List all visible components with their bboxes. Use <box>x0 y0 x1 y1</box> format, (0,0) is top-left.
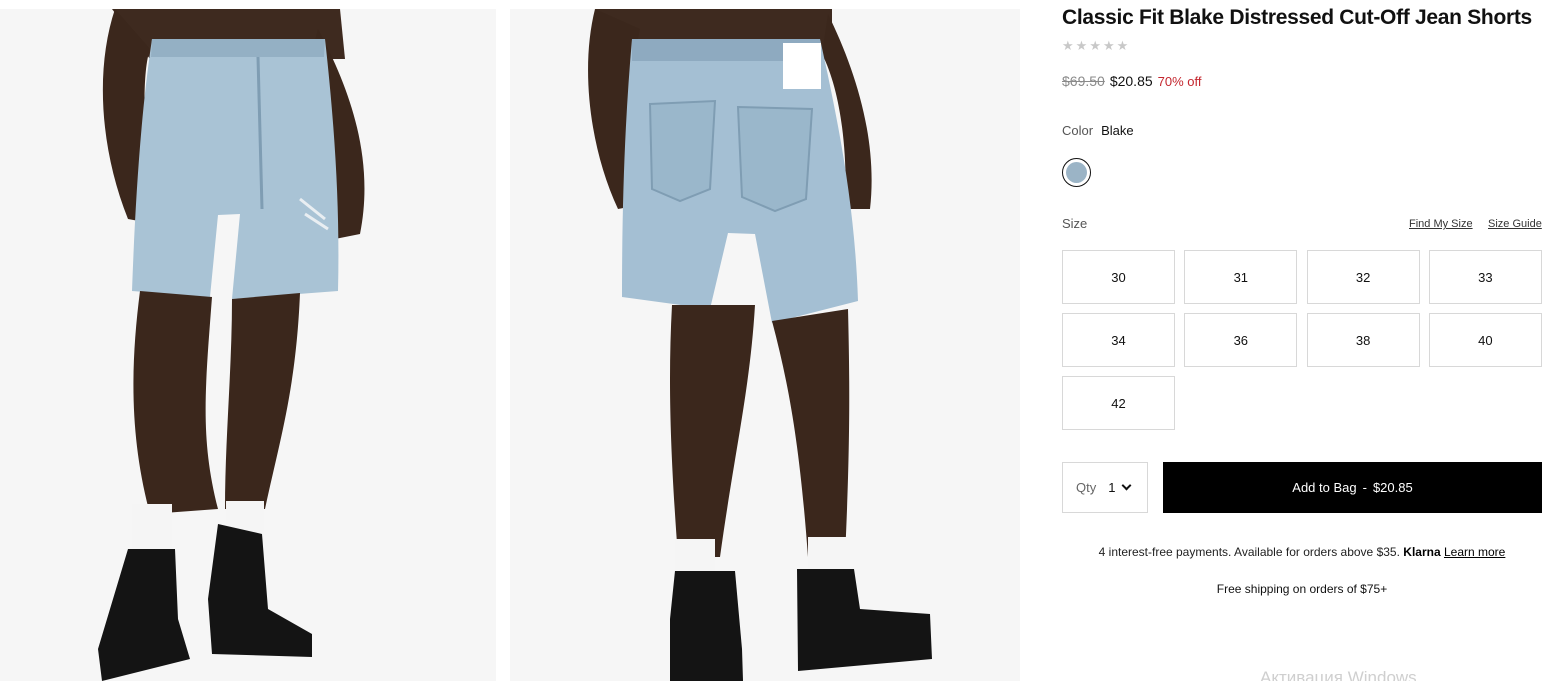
qty-label: Qty <box>1076 480 1097 495</box>
find-my-size-link[interactable]: Find My Size <box>1409 218 1473 230</box>
color-swatch-blake[interactable] <box>1062 158 1091 187</box>
color-label: Color <box>1062 123 1094 138</box>
chevron-down-icon <box>1122 480 1132 491</box>
star-icon: ★ <box>1116 38 1129 53</box>
star-icon: ★ <box>1062 38 1074 53</box>
color-value: Blake <box>1101 123 1134 138</box>
swatch-fill <box>1066 162 1087 183</box>
size-guide-link[interactable]: Size Guide <box>1488 218 1542 230</box>
size-option[interactable]: 38 <box>1306 313 1420 367</box>
size-header: Size Find My Size Size Guide <box>1062 216 1542 234</box>
size-option[interactable]: 31 <box>1184 250 1298 304</box>
model-back-illustration <box>588 9 932 681</box>
klarna-learn-more-link[interactable]: Learn more <box>1444 545 1505 559</box>
star-icon: ★ <box>1102 38 1115 53</box>
product-image-front[interactable] <box>0 9 496 681</box>
model-front-illustration <box>98 9 365 681</box>
size-label: Size <box>1062 216 1088 231</box>
original-price: $69.50 <box>1062 73 1105 89</box>
klarna-logo: Klarna <box>1403 545 1441 559</box>
sale-price: $20.85 <box>1109 73 1153 89</box>
product-title: Classic Fit Blake Distressed Cut-Off Jea… <box>1062 6 1532 29</box>
size-grid: 30 31 32 33 34 36 38 40 42 <box>1062 250 1542 430</box>
add-to-bag-label: Add to Bag <box>1292 480 1357 495</box>
size-option[interactable]: 34 <box>1062 313 1175 367</box>
size-option[interactable]: 32 <box>1306 250 1420 304</box>
quantity-select[interactable]: Qty 1 <box>1062 462 1148 513</box>
size-option[interactable]: 36 <box>1184 313 1298 367</box>
product-info-panel: Classic Fit Blake Distressed Cut-Off Jea… <box>1062 0 1542 681</box>
qty-value: 1 <box>1108 480 1116 495</box>
star-icon: ★ <box>1075 38 1088 53</box>
color-row: Color Blake <box>1062 123 1134 138</box>
add-to-bag-price: $20.85 <box>1372 480 1413 495</box>
klarna-message: 4 interest-free payments. Available for … <box>1062 545 1542 559</box>
size-option[interactable]: 42 <box>1062 376 1175 430</box>
size-option[interactable]: 30 <box>1062 250 1175 304</box>
product-image-back[interactable] <box>510 9 1020 681</box>
klarna-text: 4 interest-free payments. Available for … <box>1098 545 1400 559</box>
size-option[interactable]: 40 <box>1428 313 1542 367</box>
add-to-bag-separator: - <box>1362 480 1367 495</box>
windows-activation-watermark: Активация Windows <box>1260 668 1417 681</box>
star-icon: ★ <box>1089 38 1101 53</box>
shipping-message: Free shipping on orders of $75+ <box>1216 582 1388 596</box>
add-to-bag-button[interactable]: Add to Bag - $20.85 <box>1163 462 1542 513</box>
price-row: $69.50 $20.85 70% off <box>1062 73 1202 89</box>
rating-stars[interactable]: ★ ★ ★ ★ ★ <box>1062 38 1128 54</box>
discount-badge: 70% off <box>1157 74 1202 89</box>
size-option[interactable]: 33 <box>1428 250 1542 304</box>
